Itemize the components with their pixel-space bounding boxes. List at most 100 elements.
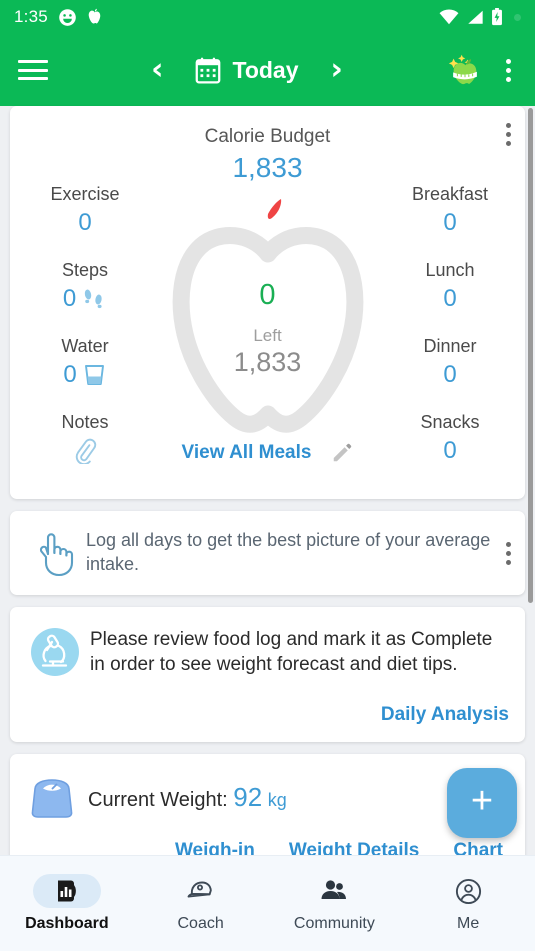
calendar-icon	[196, 57, 221, 84]
stat-label: Steps	[61, 260, 109, 280]
apple-tape-logo-icon[interactable]	[446, 51, 484, 89]
paperclip-icon	[75, 438, 97, 464]
apple-notification-icon	[88, 8, 101, 24]
calorie-budget-title: Calorie Budget	[204, 126, 331, 147]
plus-icon: +	[470, 780, 494, 822]
wifi-icon	[439, 9, 459, 25]
previous-day-button[interactable]: ‹	[139, 55, 175, 85]
water-glass-icon	[84, 365, 104, 385]
weight-text: Current Weight: 92 kg	[78, 782, 287, 813]
stat-value: 0	[78, 209, 92, 236]
pointing-hand-icon	[39, 533, 74, 577]
nav-pill-dashboard	[32, 874, 101, 908]
stat-label: Snacks	[420, 412, 480, 432]
people-icon	[321, 880, 347, 899]
smiley-face-icon	[59, 8, 76, 26]
nav-item-community[interactable]: Community	[268, 874, 402, 933]
weight-label: Current Weight:	[88, 789, 228, 812]
stat-label: Exercise	[50, 184, 120, 204]
stat-row: 0	[375, 208, 525, 238]
date-navigator: ‹ Today ›	[48, 55, 446, 85]
stat-dinner[interactable]: Dinner 0	[375, 336, 525, 390]
stat-notes[interactable]: Notes	[10, 412, 160, 466]
bottom-navigation: Dashboard Coach Community Me	[0, 855, 535, 951]
app-screen: 1:35 ‹ Today › Calorie Budget 1,833 Exer…	[0, 0, 535, 951]
status-bar-extra-dot	[514, 13, 521, 21]
nav-item-coach[interactable]: Coach	[134, 874, 268, 933]
battery-charging-icon	[492, 8, 502, 26]
account-circle-icon	[455, 878, 481, 904]
left-stats-column: Exercise 0 Steps 0 Water 0 Notes	[10, 184, 160, 488]
weight-value: 92	[233, 782, 263, 813]
weight-row: Current Weight: 92 kg	[26, 772, 509, 824]
stat-lunch[interactable]: Lunch 0	[375, 260, 525, 314]
nav-label-dashboard: Dashboard	[25, 915, 109, 932]
apple-progress-graphic: 0 Left 1,833	[163, 192, 373, 440]
calorie-budget-card: Calorie Budget 1,833 Exercise 0 Steps 0	[10, 106, 525, 499]
apple-center-values: 0 Left 1,833	[163, 279, 373, 378]
calorie-card-overflow-icon[interactable]	[506, 123, 511, 146]
nav-pill-coach	[167, 874, 235, 908]
nav-item-me[interactable]: Me	[401, 874, 535, 933]
next-day-button[interactable]: ›	[319, 55, 355, 85]
current-date-display[interactable]: Today	[195, 56, 299, 84]
nav-label-community: Community	[293, 915, 375, 932]
stat-row: 0	[375, 436, 525, 466]
calories-left-value: 1,833	[233, 346, 302, 377]
microscope-icon	[31, 628, 79, 676]
overflow-menu-icon[interactable]	[500, 53, 517, 88]
stat-row	[10, 436, 160, 466]
coach-cap-icon	[187, 881, 212, 898]
stat-exercise[interactable]: Exercise 0	[10, 184, 160, 238]
stat-breakfast[interactable]: Breakfast 0	[375, 184, 525, 238]
analysis-row: Please review food log and mark it as Co…	[26, 627, 509, 678]
vertical-scrollbar[interactable]	[528, 108, 533, 603]
stat-row: 0	[375, 360, 525, 390]
calories-left-label: Left	[253, 325, 282, 345]
log-tip-text: Log all days to get the best picture of …	[86, 530, 491, 574]
stat-label: Breakfast	[411, 184, 489, 204]
add-entry-fab[interactable]: +	[447, 768, 517, 838]
toolbar-actions	[446, 51, 517, 89]
stat-row: 0	[10, 208, 160, 238]
cell-signal-icon	[468, 10, 483, 24]
stat-row: 0	[375, 284, 525, 314]
calorie-budget-value: 1,833	[232, 152, 303, 183]
date-label: Today	[232, 56, 299, 83]
stat-row: 0	[10, 360, 160, 390]
weight-unit: kg	[267, 790, 287, 811]
status-bar: 1:35	[0, 0, 535, 34]
status-bar-clock: 1:35	[14, 7, 48, 26]
stat-value: 0	[443, 209, 457, 236]
app-toolbar: ‹ Today ›	[0, 34, 535, 106]
nav-pill-community	[300, 874, 368, 908]
log-tip-card: Log all days to get the best picture of …	[10, 511, 525, 595]
dashboard-chart-icon	[57, 880, 76, 902]
stat-value: 0	[443, 437, 457, 464]
status-bar-system-icons	[439, 8, 521, 26]
status-bar-notifications	[58, 8, 103, 27]
menu-icon[interactable]	[18, 60, 48, 80]
stat-water[interactable]: Water 0	[10, 336, 160, 390]
tip-card-overflow-icon[interactable]	[496, 541, 511, 565]
nav-pill-me	[434, 874, 502, 908]
daily-analysis-link[interactable]: Daily Analysis	[26, 704, 509, 726]
stat-steps[interactable]: Steps 0	[10, 260, 160, 314]
nav-label-coach: Coach	[177, 915, 224, 932]
stat-value: 0	[62, 285, 77, 312]
nav-item-dashboard[interactable]: Dashboard	[0, 874, 134, 933]
bathroom-scale-icon	[31, 779, 73, 818]
stat-value: 0	[443, 361, 457, 388]
stat-value: 0	[443, 285, 457, 312]
right-stats-column: Breakfast 0 Lunch 0 Dinner 0 Snacks 0	[375, 184, 525, 488]
dashboard-scroll-area[interactable]: Calorie Budget 1,833 Exercise 0 Steps 0	[0, 106, 535, 876]
calories-eaten-value: 0	[259, 279, 276, 311]
tip-icon-wrap	[24, 529, 82, 577]
stat-label: Dinner	[423, 336, 477, 356]
daily-analysis-card: Please review food log and mark it as Co…	[10, 607, 525, 742]
stat-value: 0	[63, 361, 77, 388]
stat-row: 0	[10, 284, 160, 314]
analysis-icon-wrap	[26, 627, 84, 677]
stat-label: Lunch	[425, 260, 475, 280]
stat-snacks[interactable]: Snacks 0	[375, 412, 525, 466]
